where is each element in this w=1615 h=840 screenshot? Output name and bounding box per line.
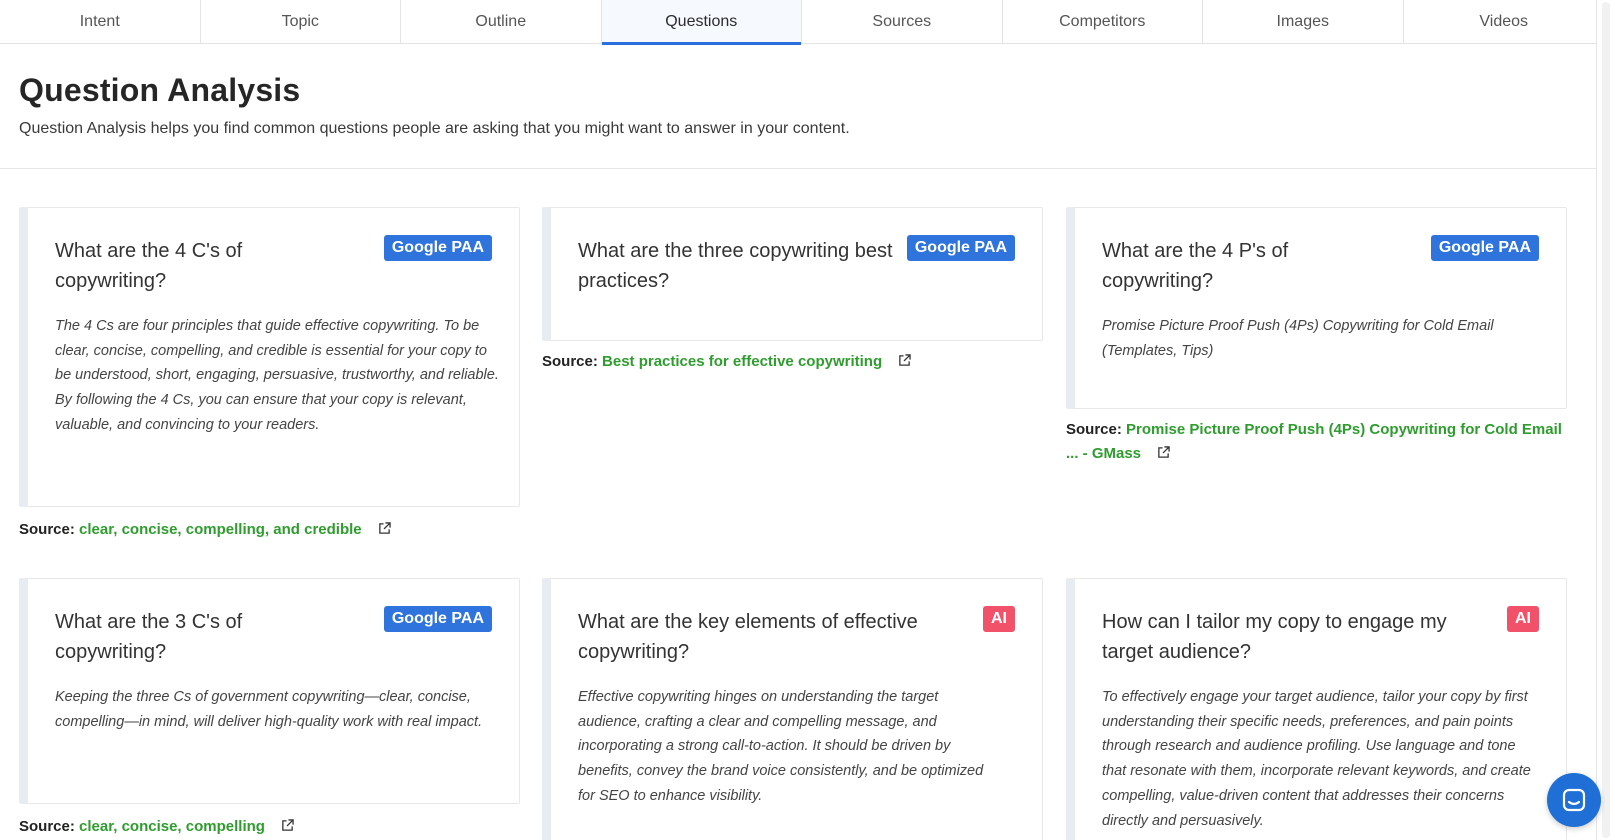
question-text: What are the 3 C's of copywriting? <box>55 611 243 663</box>
external-link-icon[interactable] <box>1157 446 1170 459</box>
source-link[interactable]: clear, concise, compelling, and credible <box>79 521 362 538</box>
external-link-icon[interactable] <box>281 819 294 832</box>
chat-icon <box>1562 788 1586 812</box>
answer-text: Effective copywriting hinges on understa… <box>578 689 984 804</box>
source-label: Source: <box>542 353 598 370</box>
source-label: Source: <box>19 818 75 835</box>
source-badge: Google PAA <box>383 235 492 261</box>
page-title: Question Analysis <box>19 72 301 108</box>
vertical-scrollbar[interactable] <box>1596 0 1615 840</box>
tab-competitors[interactable]: Competitors <box>1003 0 1203 44</box>
question-text: How can I tailor my copy to engage my ta… <box>1102 611 1447 663</box>
source-label: Source: <box>19 521 75 538</box>
main-content: Intent Topic Outline Questions Sources C… <box>0 0 1596 840</box>
question-text: What are the 4 C's of copywriting? <box>55 240 243 292</box>
card-source: Source: Best practices for effective cop… <box>542 350 912 374</box>
card-source: Source: clear, concise, compelling, and … <box>19 518 391 542</box>
question-text: What are the three copywriting best prac… <box>578 240 893 292</box>
card-source: Source: clear, concise, compelling <box>19 815 294 839</box>
source-badge: AI <box>983 606 1015 632</box>
card-source: Source: Promise Picture Proof Push (4Ps)… <box>1066 418 1571 466</box>
scrollbar-thumb[interactable] <box>1602 2 1610 838</box>
tab-intent[interactable]: Intent <box>0 0 201 44</box>
tab-questions[interactable]: Questions <box>601 0 802 45</box>
source-link[interactable]: clear, concise, compelling <box>79 818 265 835</box>
question-card: How can I tailor my copy to engage my ta… <box>1066 578 1567 840</box>
tab-sources[interactable]: Sources <box>802 0 1003 44</box>
source-link[interactable]: Best practices for effective copywriting <box>602 353 882 370</box>
answer-text: To effectively engage your target audien… <box>1102 689 1531 829</box>
source-link[interactable]: Promise Picture Proof Push (4Ps) Copywri… <box>1066 421 1562 462</box>
tab-images[interactable]: Images <box>1203 0 1404 44</box>
tab-videos[interactable]: Videos <box>1404 0 1597 44</box>
source-badge: Google PAA <box>1430 235 1539 261</box>
tab-outline[interactable]: Outline <box>401 0 602 44</box>
external-link-icon[interactable] <box>378 522 391 535</box>
tab-bar: Intent Topic Outline Questions Sources C… <box>0 0 1597 45</box>
tab-topic[interactable]: Topic <box>201 0 401 44</box>
question-text: What are the 4 P's of copywriting? <box>1102 240 1289 292</box>
source-badge: AI <box>1507 606 1539 632</box>
question-card: What are the three copywriting best prac… <box>542 207 1043 341</box>
question-card: What are the 4 P's of copywriting? Googl… <box>1066 207 1567 409</box>
question-card: What are the key elements of effective c… <box>542 578 1043 840</box>
source-badge: Google PAA <box>383 606 492 632</box>
chat-launcher-button[interactable] <box>1547 773 1601 827</box>
answer-text: Promise Picture Proof Push (4Ps) Copywri… <box>1102 318 1494 359</box>
question-card: What are the 4 C's of copywriting? Googl… <box>19 207 520 507</box>
external-link-icon[interactable] <box>898 354 912 367</box>
section-header: Question Analysis Question Analysis help… <box>0 44 1596 169</box>
source-badge: Google PAA <box>906 235 1015 261</box>
source-label: Source: <box>1066 421 1122 438</box>
answer-text: The 4 Cs are four principles that guide … <box>55 318 499 433</box>
answer-text: Keeping the three Cs of government copyw… <box>55 689 483 730</box>
question-card: What are the 3 C's of copywriting? Googl… <box>19 578 520 804</box>
page-subtitle: Question Analysis helps you find common … <box>19 120 850 137</box>
question-text: What are the key elements of effective c… <box>578 611 918 663</box>
